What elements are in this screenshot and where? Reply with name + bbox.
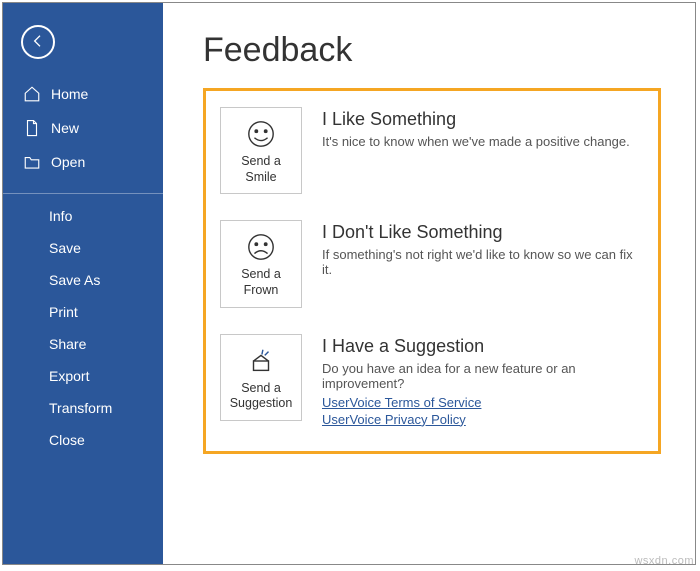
feedback-row-smile: Send a Smile I Like Something It's nice …: [220, 107, 644, 194]
nav-item-share[interactable]: Share: [3, 328, 163, 360]
page-title: Feedback: [203, 31, 661, 70]
feedback-text: I Have a Suggestion Do you have an idea …: [322, 334, 644, 427]
nav-label: Save: [49, 240, 81, 256]
tile-label: Send a Suggestion: [225, 381, 297, 412]
feedback-text: I Like Something It's nice to know when …: [322, 107, 644, 153]
nav-item-transform[interactable]: Transform: [3, 392, 163, 424]
tile-label: Send a Smile: [225, 154, 297, 185]
feedback-row-suggestion: Send a Suggestion I Have a Suggestion Do…: [220, 334, 644, 427]
nav-item-print[interactable]: Print: [3, 296, 163, 328]
back-button[interactable]: [21, 25, 55, 59]
nav-item-new[interactable]: New: [3, 111, 163, 145]
feedback-title: I Like Something: [322, 109, 644, 130]
send-suggestion-tile[interactable]: Send a Suggestion: [220, 334, 302, 421]
feedback-row-frown: Send a Frown I Don't Like Something If s…: [220, 220, 644, 307]
nav-top-group: Home New Open: [3, 77, 163, 187]
uservoice-privacy-link[interactable]: UserVoice Privacy Policy: [322, 412, 644, 427]
tile-label: Send a Frown: [225, 267, 297, 298]
nav-divider: [3, 193, 163, 194]
smile-icon: [225, 118, 297, 150]
nav-item-export[interactable]: Export: [3, 360, 163, 392]
send-frown-tile[interactable]: Send a Frown: [220, 220, 302, 307]
uservoice-tos-link[interactable]: UserVoice Terms of Service: [322, 395, 644, 410]
nav-label: Export: [49, 368, 89, 384]
feedback-desc: Do you have an idea for a new feature or…: [322, 361, 644, 391]
nav-item-open[interactable]: Open: [3, 145, 163, 179]
feedback-desc: It's nice to know when we've made a posi…: [322, 134, 644, 149]
new-doc-icon: [23, 119, 41, 137]
nav-label: Save As: [49, 272, 100, 288]
suggestion-icon: [225, 345, 297, 377]
nav-label: Print: [49, 304, 78, 320]
nav-item-save-as[interactable]: Save As: [3, 264, 163, 296]
nav-label: New: [51, 120, 79, 136]
feedback-title: I Have a Suggestion: [322, 336, 644, 357]
open-folder-icon: [23, 153, 41, 171]
feedback-title: I Don't Like Something: [322, 222, 644, 243]
feedback-text: I Don't Like Something If something's no…: [322, 220, 644, 281]
nav-label: Open: [51, 154, 85, 170]
feedback-desc: If something's not right we'd like to kn…: [322, 247, 644, 277]
nav-label: Info: [49, 208, 72, 224]
back-arrow-icon: [30, 33, 46, 52]
nav-label: Close: [49, 432, 85, 448]
nav-bottom-group: Info Save Save As Print Share Export Tra…: [3, 200, 163, 456]
watermark-text: wsxdn.com: [634, 555, 694, 567]
nav-item-home[interactable]: Home: [3, 77, 163, 111]
frown-icon: [225, 231, 297, 263]
main-content: Feedback Send a Smile I Like Something I…: [163, 3, 695, 564]
nav-label: Home: [51, 86, 88, 102]
nav-label: Share: [49, 336, 86, 352]
home-icon: [23, 85, 41, 103]
nav-item-info[interactable]: Info: [3, 200, 163, 232]
sidebar: Home New Open Info Save Save As Print Sh…: [3, 3, 163, 564]
nav-label: Transform: [49, 400, 112, 416]
app-window: Home New Open Info Save Save As Print Sh…: [2, 2, 696, 565]
nav-item-close[interactable]: Close: [3, 424, 163, 456]
feedback-highlight-box: Send a Smile I Like Something It's nice …: [203, 88, 661, 454]
nav-item-save[interactable]: Save: [3, 232, 163, 264]
send-smile-tile[interactable]: Send a Smile: [220, 107, 302, 194]
